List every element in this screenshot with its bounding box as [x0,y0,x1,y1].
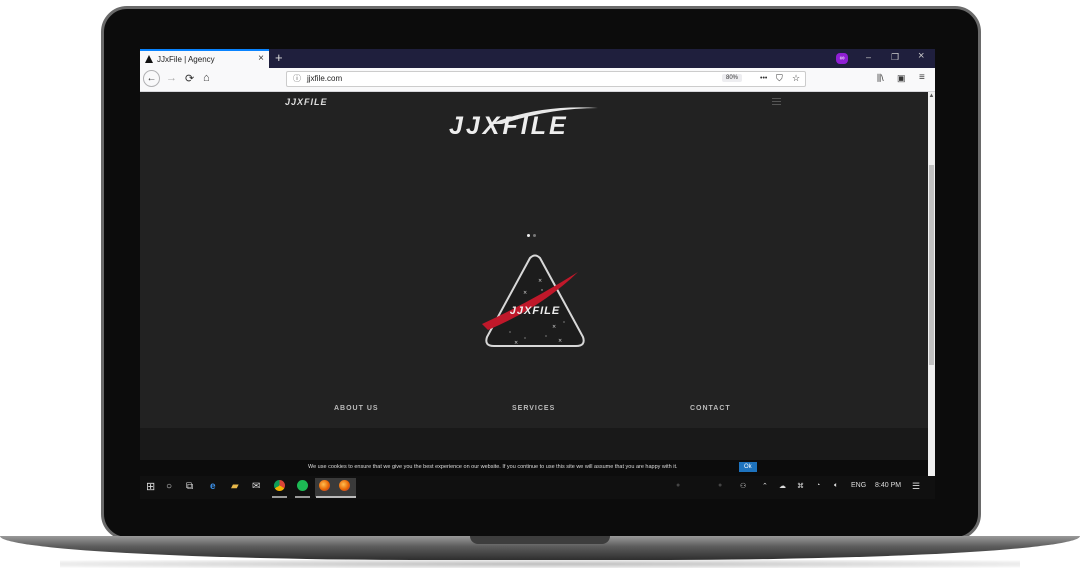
bookmark-star-icon[interactable]: ☆ [792,73,800,84]
svg-text:×: × [558,338,562,344]
close-window-button[interactable]: × [918,50,924,62]
site-favicon-icon [145,55,153,63]
slider-dot-active[interactable] [527,234,530,237]
spotify-running-indicator [295,496,310,498]
spotify-icon[interactable] [297,480,308,491]
wifi-icon[interactable]: ◔ [816,482,820,489]
windows-start-icon[interactable]: ⊞ [146,480,155,493]
cookie-message: We use cookies to ensure that we give yo… [308,464,678,470]
page-scrollbar[interactable]: ▲ ▼ [928,92,935,487]
firefox-running-indicator [316,496,356,498]
tray-dot-2: ● [718,482,723,489]
svg-text:×: × [552,324,556,330]
webpage: JJXFILE JJXFILE × × × × × JJXFILE ABOUT US … [140,92,928,487]
screen: JJxFile | Agency × + ∞ – ❐ × ← → ⟳ ⌂ ⓘ j… [140,49,935,499]
page-actions-icon[interactable]: ••• [760,75,767,82]
action-center-icon[interactable]: ☰ [912,481,920,492]
file-explorer-icon[interactable]: ▰ [231,481,239,492]
bluetooth-icon[interactable]: ⌘ [797,482,804,490]
slider-dots[interactable] [527,224,539,242]
task-view-icon[interactable]: ⧉ [186,481,193,492]
back-button[interactable]: ← [143,70,160,87]
private-browsing-icon: ∞ [836,53,848,64]
volume-icon[interactable]: 🔈︎ [834,482,838,490]
svg-text:×: × [514,340,518,346]
firefox-icon[interactable] [319,480,330,491]
tab-title: JJxFile | Agency [157,55,215,64]
clock[interactable]: 8:40 PM [875,482,901,489]
url-text[interactable]: jjxfile.com [307,74,342,83]
scrollbar-thumb[interactable] [929,165,934,365]
laptop-shadow [60,560,1020,568]
show-hidden-icons-icon[interactable]: ⌃ [762,482,768,490]
tab-close-icon[interactable]: × [258,53,264,64]
tray-dot: ● [676,482,681,489]
home-button[interactable]: ⌂ [203,72,210,84]
reload-button[interactable]: ⟳ [185,72,194,85]
pocket-icon[interactable]: ⛉ [776,73,783,84]
site-menu-icon[interactable] [772,98,781,105]
cookie-banner: We use cookies to ensure that we give yo… [140,460,928,476]
svg-text:×: × [538,278,542,284]
laptop-notch [470,536,610,544]
hamburger-menu-icon[interactable]: ≡ [919,72,925,83]
brand-logo: JJXFILE [449,112,569,140]
minimize-button[interactable]: – [866,52,871,62]
site-info-icon[interactable]: ⓘ [293,73,301,84]
sidebar-icon[interactable]: ▣ [897,73,906,84]
nav-about-us[interactable]: ABOUT US [334,405,379,412]
tab-bar: JJxFile | Agency × + ∞ – ❐ × [140,49,935,68]
cortana-icon[interactable]: ○ [166,481,172,492]
cookie-ok-button[interactable]: Ok [739,462,757,472]
slider-dot[interactable] [533,234,536,237]
library-icon[interactable]: ⫼\ [877,73,884,84]
onedrive-icon[interactable]: ☁ [779,482,786,490]
forward-button[interactable]: → [166,72,177,84]
maximize-button[interactable]: ❐ [891,52,899,63]
language-indicator[interactable]: ENG [851,482,866,489]
firefox-icon-2[interactable] [339,480,350,491]
url-bar[interactable]: ⓘ jjxfile.com 80% ••• ⛉ ☆ [286,71,806,87]
tab-jjxfile[interactable]: JJxFile | Agency × [140,49,269,68]
edge-icon[interactable]: e [210,481,216,492]
nav-bar: ← → ⟳ ⌂ ⓘ jjxfile.com 80% ••• ⛉ ☆ ⫼\ ▣ ≡ [140,68,935,92]
new-tab-button[interactable]: + [275,50,283,65]
mail-icon[interactable]: ✉ [252,481,260,492]
badge-text: JJXFILE [510,305,560,317]
people-icon[interactable]: ⚇ [740,482,746,490]
nav-contact[interactable]: CONTACT [690,405,731,412]
scroll-up-icon[interactable]: ▲ [928,93,935,99]
taskbar: ⊞ ○ ⧉ e ▰ ✉ ● ● ⚇ ⌃ ☁ ⌘ ◔ 🔈︎ ENG 8:40 PM… [140,476,935,499]
svg-text:×: × [523,290,527,296]
header-logo[interactable]: JJXFILE [285,97,328,107]
zoom-indicator[interactable]: 80% [722,74,743,82]
nav-services[interactable]: SERVICES [512,405,555,412]
chrome-icon[interactable] [274,480,285,491]
chrome-running-indicator [272,496,287,498]
triangle-badge-logo: × × × × × JJXFILE [482,254,585,347]
